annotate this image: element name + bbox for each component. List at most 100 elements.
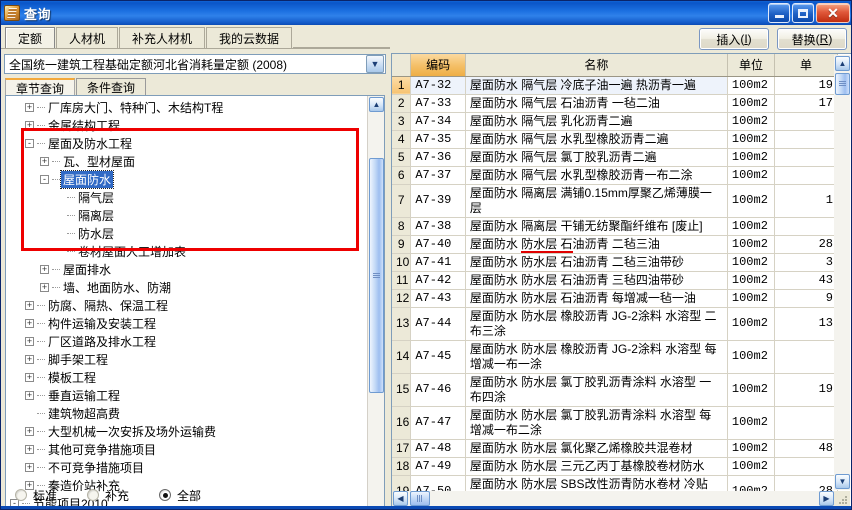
tree-node[interactable]: + 模板工程 — [6, 368, 367, 386]
caret-up-icon[interactable]: ▲ — [835, 56, 850, 71]
tree-scroll-thumb[interactable] — [369, 158, 384, 393]
caret-right-icon[interactable]: ▶ — [819, 491, 834, 506]
expand-icon[interactable]: + — [25, 354, 34, 364]
table-row[interactable]: 9 A7-40 屋面防水 防水层 石油沥青 二毡三油 100m2 28 — [392, 235, 838, 254]
tree-node-label: 厂区道路及排水工程 — [48, 334, 157, 349]
tab-labor-material-machine[interactable]: 人材机 — [56, 27, 119, 48]
tree-node[interactable]: 建筑物超高费 — [6, 404, 367, 422]
grid-horizontal-scrollbar[interactable]: ◀ ▶ — [393, 491, 834, 507]
close-button[interactable]: ✕ — [816, 3, 850, 23]
maximize-button[interactable] — [792, 3, 814, 23]
expand-icon[interactable]: + — [25, 390, 34, 400]
tree-node[interactable]: - 屋面防水 — [6, 169, 367, 189]
table-row[interactable]: 3 A7-34 屋面防水 隔气层 乳化沥青二遍 100m2 — [392, 112, 838, 131]
insert-button[interactable]: 插入 (I) — [699, 28, 769, 50]
expand-icon[interactable]: + — [25, 462, 34, 472]
expand-icon[interactable]: + — [25, 444, 34, 454]
expand-icon[interactable]: + — [25, 300, 34, 310]
tab-quota[interactable]: 定额 — [5, 27, 56, 48]
expand-icon[interactable]: + — [25, 336, 34, 346]
tree-node[interactable]: + 瓦、型材屋面 — [6, 152, 367, 170]
tab-supplement-lmm[interactable]: 补充人材机 — [119, 27, 206, 48]
tree-node[interactable]: + 脚手架工程 — [6, 350, 367, 368]
col-price[interactable]: 单 — [774, 54, 838, 77]
expand-icon[interactable]: + — [40, 156, 49, 166]
tree-node[interactable]: 防水层 — [6, 224, 367, 242]
collapse-icon[interactable]: - — [25, 138, 34, 148]
table-row[interactable]: 15 A7-46 屋面防水 防水层 氯丁胶乳沥青涂料 水溶型 一布四涂 100m2 19 — [392, 373, 838, 407]
expand-icon[interactable]: + — [40, 282, 49, 292]
table-row[interactable]: 4 A7-35 屋面防水 隔气层 水乳型橡胶沥青二遍 100m2 — [392, 130, 838, 149]
quota-library-combobox[interactable]: 全国统一建筑工程基础定额河北省消耗量定额 (2008) ▼ — [4, 54, 386, 74]
table-row[interactable]: 18 A7-49 屋面防水 防水层 三元乙丙丁基橡胶卷材防水 100m2 — [392, 457, 838, 476]
tree-node[interactable]: 隔离层 — [6, 206, 367, 224]
tree-node[interactable]: + 构件运输及安装工程 — [6, 314, 367, 332]
col-rownum[interactable] — [392, 54, 412, 77]
tab-quota-label: 定额 — [18, 31, 43, 46]
cell-rownum: 17 — [392, 439, 412, 458]
expand-icon[interactable]: + — [25, 372, 34, 382]
tree-node[interactable]: - 屋面及防水工程 — [6, 134, 367, 152]
expand-icon[interactable]: + — [25, 120, 34, 130]
table-row[interactable]: 11 A7-42 屋面防水 防水层 石油沥青 三毡四油带砂 100m2 43 — [392, 271, 838, 290]
grid-hscroll-thumb[interactable] — [410, 491, 430, 506]
chevron-down-icon[interactable]: ▼ — [366, 55, 384, 73]
table-row[interactable]: 13 A7-44 屋面防水 防水层 橡胶沥青 JG-2涂料 水溶型 二布三涂 100m… — [392, 307, 838, 341]
tree-vertical-scrollbar[interactable]: ▲ ▼ — [367, 96, 384, 509]
grid-vertical-scrollbar[interactable]: ▲ ▼ — [834, 55, 850, 490]
table-row[interactable]: 17 A7-48 屋面防水 防水层 氯化聚乙烯橡胶共混卷材 100m2 48 — [392, 439, 838, 458]
quota-items-grid[interactable]: 编码 名称 单位 单 1 A7-32 屋面防水 隔气层 冷底子油一遍 热沥青一遍 10… — [391, 53, 851, 509]
col-name[interactable]: 名称 — [465, 54, 728, 77]
expand-icon[interactable]: + — [25, 102, 34, 112]
tree-node[interactable]: + 屋面排水 — [6, 260, 367, 278]
tree-node[interactable]: 隔气层 — [6, 188, 367, 206]
minimize-button[interactable] — [768, 3, 790, 23]
tree-node[interactable]: + 厂库房大门、特种门、木结构T程 — [6, 98, 367, 116]
chapter-tree[interactable]: + 厂库房大门、特种门、木结构T程 + 金属结构工程 - 屋面及防水工程 + 瓦、型材屋面 - 屋… — [5, 95, 385, 509]
leaf-icon — [55, 211, 64, 220]
table-row[interactable]: 1 A7-32 屋面防水 隔气层 冷底子油一遍 热沥青一遍 100m2 19 — [392, 76, 838, 95]
tree-node[interactable]: + 大型机械一次安拆及场外运输费 — [6, 422, 367, 440]
table-row[interactable]: 12 A7-43 屋面防水 防水层 石油沥青 每增减一毡一油 100m2 9 — [392, 289, 838, 308]
tree-node[interactable]: 卷材屋面人工增加表 — [6, 242, 367, 260]
radio-standard[interactable]: 标准 — [15, 487, 57, 504]
tree-connector — [37, 340, 45, 342]
caret-left-icon[interactable]: ◀ — [393, 491, 408, 506]
table-row[interactable]: 8 A7-38 屋面防水 隔离层 干铺无纺聚酯纤维布 [废止] 100m2 — [392, 217, 838, 236]
caret-down-icon[interactable]: ▼ — [835, 474, 850, 489]
col-code[interactable]: 编码 — [410, 54, 466, 77]
table-row[interactable]: 7 A7-39 屋面防水 隔离层 满铺0.15mm厚聚乙烯薄膜一层 100m2 1 — [392, 184, 838, 218]
grid-scroll-thumb[interactable] — [835, 73, 850, 95]
col-unit[interactable]: 单位 — [727, 54, 776, 77]
tab-my-cloud-data[interactable]: 我的云数据 — [206, 27, 293, 48]
tree-node[interactable]: + 金属结构工程 — [6, 116, 367, 134]
tree-node[interactable]: + 不可竞争措施项目 — [6, 458, 367, 476]
expand-icon[interactable]: + — [40, 264, 49, 274]
expand-icon[interactable]: + — [25, 426, 34, 436]
tree-node[interactable]: + 厂区道路及排水工程 — [6, 332, 367, 350]
cell-code: A7-41 — [410, 253, 466, 272]
table-row[interactable]: 5 A7-36 屋面防水 隔气层 氯丁胶乳沥青二遍 100m2 — [392, 148, 838, 167]
table-row[interactable]: 2 A7-33 屋面防水 隔气层 石油沥青 一毡二油 100m2 17 — [392, 94, 838, 113]
scroll-grip-icon — [373, 272, 380, 279]
radio-all[interactable]: 全部 — [159, 487, 201, 504]
tab-condition-query[interactable]: 条件查询 — [76, 78, 147, 96]
replace-button[interactable]: 替换 (R) — [777, 28, 847, 50]
expand-icon[interactable]: + — [25, 318, 34, 328]
tree-node[interactable]: + 墙、地面防水、防潮 — [6, 278, 367, 296]
table-row[interactable]: 6 A7-37 屋面防水 隔气层 水乳型橡胶沥青一布二涂 100m2 — [392, 166, 838, 185]
caret-up-icon[interactable]: ▲ — [369, 97, 384, 112]
cell-code: A7-44 — [410, 307, 466, 341]
tree-node[interactable]: + 垂直运输工程 — [6, 386, 367, 404]
table-row[interactable]: 10 A7-41 屋面防水 防水层 石油沥青 二毡三油带砂 100m2 3 — [392, 253, 838, 272]
cell-code: A7-37 — [410, 166, 466, 185]
collapse-icon[interactable]: - — [40, 174, 49, 184]
cell-unit: 100m2 — [727, 94, 776, 113]
table-row[interactable]: 14 A7-45 屋面防水 防水层 橡胶沥青 JG-2涂料 水溶型 每增减一布一涂 1… — [392, 340, 838, 374]
table-row[interactable]: 16 A7-47 屋面防水 防水层 氯丁胶乳沥青涂料 水溶型 每增减一布二涂 100m… — [392, 406, 838, 440]
radio-supplement[interactable]: 补充 — [87, 487, 129, 504]
cell-code: A7-34 — [410, 112, 466, 131]
tab-chapter-query[interactable]: 章节查询 — [5, 78, 76, 96]
tree-node[interactable]: + 其他可竞争措施项目 — [6, 440, 367, 458]
tree-node[interactable]: + 防腐、隔热、保温工程 — [6, 296, 367, 314]
